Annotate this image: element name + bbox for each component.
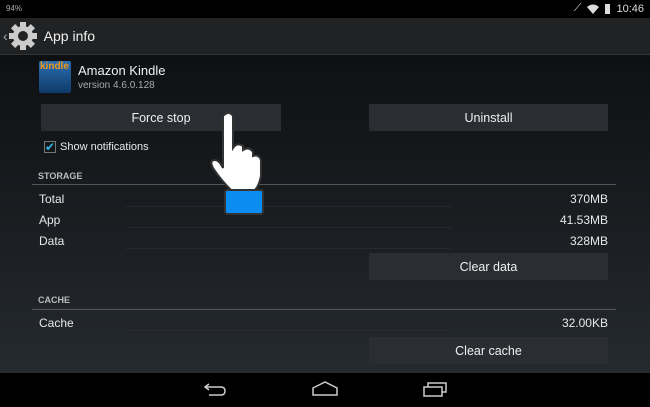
navigation-bar: [0, 373, 650, 407]
clear-data-button[interactable]: Clear data: [369, 253, 608, 280]
settings-gear-icon[interactable]: [8, 21, 38, 51]
checkmark-icon[interactable]: ✔: [44, 141, 56, 153]
clock: 10:46: [616, 2, 644, 15]
divider: [32, 309, 616, 310]
app-header: kindle Amazon Kindle version 4.6.0.128: [39, 61, 165, 93]
hand-pointer-icon: [210, 112, 264, 215]
show-notifications-label: Show notifications: [60, 141, 149, 153]
show-notifications-checkbox[interactable]: ✔ Show notifications: [44, 141, 149, 153]
battery-percent: 94%: [6, 4, 23, 13]
app-info-content: kindle Amazon Kindle version 4.6.0.128 F…: [0, 55, 650, 373]
app-version: version 4.6.0.128: [78, 80, 155, 91]
clear-cache-button[interactable]: Clear cache: [369, 337, 608, 364]
home-icon[interactable]: [312, 381, 338, 397]
storage-row-data: Data 328MB: [39, 234, 608, 249]
page-title: App info: [43, 28, 96, 44]
storage-row-app: App 41.53MB: [39, 213, 608, 228]
app-name: Amazon Kindle: [78, 63, 166, 78]
kindle-app-icon: kindle: [39, 61, 71, 93]
cache-row: Cache 32.00KB: [39, 316, 608, 331]
action-bar[interactable]: ‹ App info: [0, 18, 650, 55]
back-icon[interactable]: [203, 381, 227, 397]
mute-icon: ⟋: [573, 2, 582, 14]
storage-header: STORAGE: [38, 171, 83, 181]
uninstall-button[interactable]: Uninstall: [369, 104, 608, 131]
recent-apps-icon[interactable]: [423, 381, 447, 397]
storage-row-total: Total 370MB: [39, 192, 608, 207]
battery-icon: [605, 3, 611, 14]
divider: [32, 184, 616, 185]
status-bar: 94% ⟋ 10:46: [0, 0, 650, 18]
wifi-icon: [587, 4, 600, 14]
cache-header: CACHE: [38, 295, 71, 305]
